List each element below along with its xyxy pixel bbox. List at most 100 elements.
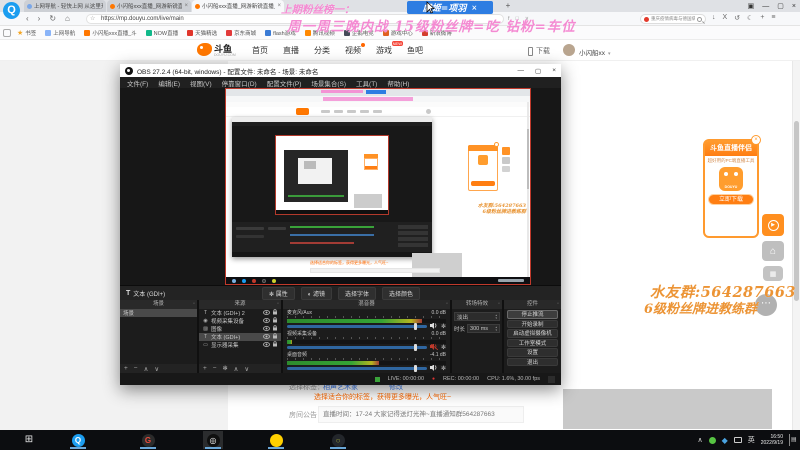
sidebar-panel-icon[interactable]	[3, 29, 11, 37]
nav-item-直播[interactable]: 直播	[283, 45, 299, 56]
obs-minimize-button[interactable]: —	[518, 67, 525, 75]
add-scene-button[interactable]: +	[124, 365, 128, 372]
source-row[interactable]: ▭ 显示器采集	[199, 341, 281, 349]
spinner-arrows-icon[interactable]: ▴ ▾	[495, 326, 497, 331]
select-arrows-icon[interactable]: ▴ ▾	[495, 314, 497, 319]
resize-grip[interactable]	[548, 375, 555, 383]
hidden-icons-chevron[interactable]: ∧	[697, 436, 702, 444]
taskbar-app-g-assistant[interactable]: G	[138, 431, 158, 449]
user-avatar[interactable]	[563, 44, 575, 56]
douyu-companion-promo[interactable]: 斗鱼直播伴侣 超好用的PC端直播工具 DOUYU 立即下载	[703, 139, 759, 238]
obs-menu-item[interactable]: 文件(F)	[127, 78, 148, 88]
obs-menu-item[interactable]: 停靠窗口(D)	[222, 78, 257, 88]
notice-input[interactable]: 直播时间：17-24 大家记得送灯光神~直播通知群564287663	[318, 406, 524, 423]
obs-preview[interactable]: 水友群:564287663 6级粉丝牌进教练群 选择适合你的标签，获得更多曝光，…	[120, 88, 561, 285]
page-scrollbar[interactable]	[792, 61, 800, 430]
obs-maximize-button[interactable]: ▢	[535, 67, 541, 75]
choose-color-button[interactable]: 选择颜色	[382, 286, 421, 300]
tray-window-icon[interactable]	[733, 437, 742, 443]
properties-button[interactable]: ✻ 属性	[262, 286, 295, 300]
scrollbar-thumb[interactable]	[794, 121, 799, 301]
tray-green-icon[interactable]	[708, 436, 716, 444]
lock-icon[interactable]	[272, 333, 278, 341]
bookmark-item[interactable]: ★ 书签	[17, 29, 36, 37]
download-link[interactable]: 下载	[528, 46, 550, 56]
tab-close-icon[interactable]: ×	[184, 3, 188, 9]
speaker-icon[interactable]	[429, 322, 438, 331]
scene-row[interactable]: 场景	[120, 309, 197, 317]
menu-icon[interactable]: ≡	[771, 14, 775, 22]
magnifier-icon[interactable]	[697, 16, 702, 22]
bookmark-item[interactable]: 上网导航	[45, 29, 75, 37]
promo-close-icon[interactable]: ×	[751, 135, 761, 145]
taskbar-app-ring-tool[interactable]: ○	[328, 431, 348, 449]
source-up-button[interactable]: ∧	[234, 365, 239, 373]
restore-icon[interactable]: ↺	[734, 14, 740, 22]
douyu-fish-logo-icon[interactable]	[197, 43, 212, 56]
settings-button[interactable]: 设置	[507, 348, 558, 357]
browser-logo-icon[interactable]: Q	[3, 2, 20, 19]
lock-icon[interactable]	[272, 317, 278, 325]
visibility-eye-icon[interactable]	[263, 341, 270, 349]
mixer-panel-title[interactable]: 混音器	[283, 300, 450, 309]
night-mode-icon[interactable]: ☾	[747, 14, 753, 22]
volume-slider[interactable]	[287, 365, 427, 372]
source-down-button[interactable]: ∨	[244, 365, 249, 373]
channel-gear-icon[interactable]: ✻	[441, 323, 446, 330]
new-tab-button[interactable]: +	[503, 1, 513, 11]
game-panel-button[interactable]: ▦	[763, 266, 783, 281]
nav-item-视频[interactable]: 视频	[345, 43, 365, 56]
duration-input[interactable]: 300 ms ▴ ▾	[467, 324, 500, 333]
home-button[interactable]: ⌂	[762, 241, 784, 261]
browser-tab[interactable]: 上网导航 - 轻快上网 从这里开始	[24, 0, 106, 12]
transition-select[interactable]: 淡出 ▴ ▾	[454, 312, 500, 321]
obs-menu-item[interactable]: 编辑(E)	[158, 78, 180, 88]
source-row[interactable]: T 文本 (GDI+)	[199, 333, 281, 341]
bookmark-item[interactable]: 京东商城	[226, 29, 256, 37]
volume-slider[interactable]	[287, 344, 427, 351]
nav-item-鱼吧[interactable]: 鱼吧	[407, 45, 423, 56]
download-icon[interactable]: ↓	[712, 14, 716, 22]
clock[interactable]: 16:50 2022/9/19	[761, 434, 783, 446]
visibility-eye-icon[interactable]	[263, 333, 270, 341]
transitions-panel-title[interactable]: 转场特效	[452, 300, 502, 309]
bookmark-item[interactable]: NOW直播	[145, 29, 178, 37]
live-tool-button[interactable]: ▶	[762, 214, 784, 236]
shield-icon[interactable]: ◆	[722, 436, 728, 445]
volume-slider[interactable]	[287, 323, 427, 330]
sources-panel-title[interactable]: 来源	[199, 300, 281, 309]
remove-source-button[interactable]: −	[213, 365, 217, 372]
search-box[interactable]: 重庆疫情病毒与德国病毒滴	[640, 14, 706, 24]
obs-menu-item[interactable]: 帮助(H)	[387, 78, 409, 88]
source-row[interactable]: ▨ 图像	[199, 325, 281, 333]
browser-tab[interactable]: 小闪船xxx直播_网游新锐直播_斗鱼主播×	[107, 0, 191, 12]
virtual-camera-button[interactable]: 启动虚拟摄像机	[507, 329, 558, 338]
bookmark-item[interactable]: 小闪船xxx直播_斗	[84, 29, 137, 37]
speaker-icon[interactable]	[429, 342, 439, 352]
notification-center-icon[interactable]	[789, 434, 797, 446]
channel-gear-icon[interactable]: ✻	[441, 365, 446, 372]
reload-button[interactable]: ↻	[49, 14, 56, 23]
source-row[interactable]: T 文本 (GDI+) 2	[199, 309, 281, 317]
start-button[interactable]: ⊞	[20, 430, 38, 450]
home-button[interactable]: ⌂	[65, 14, 70, 23]
studio-mode-button[interactable]: 工作室模式	[507, 338, 558, 347]
nav-item-首页[interactable]: 首页	[252, 45, 268, 56]
visibility-eye-icon[interactable]	[263, 317, 270, 325]
add-icon[interactable]: +	[760, 14, 764, 22]
browser-close-button[interactable]: ×	[792, 3, 796, 10]
visibility-eye-icon[interactable]	[263, 325, 270, 333]
add-source-button[interactable]: +	[203, 365, 207, 372]
filters-button[interactable]: ◐ 滤镜	[300, 286, 333, 300]
obs-menu-item[interactable]: 工具(T)	[356, 78, 377, 88]
scene-up-button[interactable]: ∧	[144, 365, 149, 373]
visibility-eye-icon[interactable]	[263, 309, 270, 317]
browser-tab[interactable]: 小闪船xxx直播_网游新锐直播_斗鱼主播×	[192, 0, 284, 12]
forward-button[interactable]: ›	[38, 14, 41, 23]
source-row[interactable]: ◉ 视频采集设备	[199, 317, 281, 325]
obs-menu-item[interactable]: 场景集合(S)	[311, 78, 346, 88]
bookmark-item[interactable]: 天猫精选	[187, 29, 217, 37]
bookmark-star-icon[interactable]: ☆	[90, 15, 95, 22]
username[interactable]: 小闪船xx	[579, 47, 611, 57]
taskbar-app-game-center[interactable]	[266, 431, 286, 449]
